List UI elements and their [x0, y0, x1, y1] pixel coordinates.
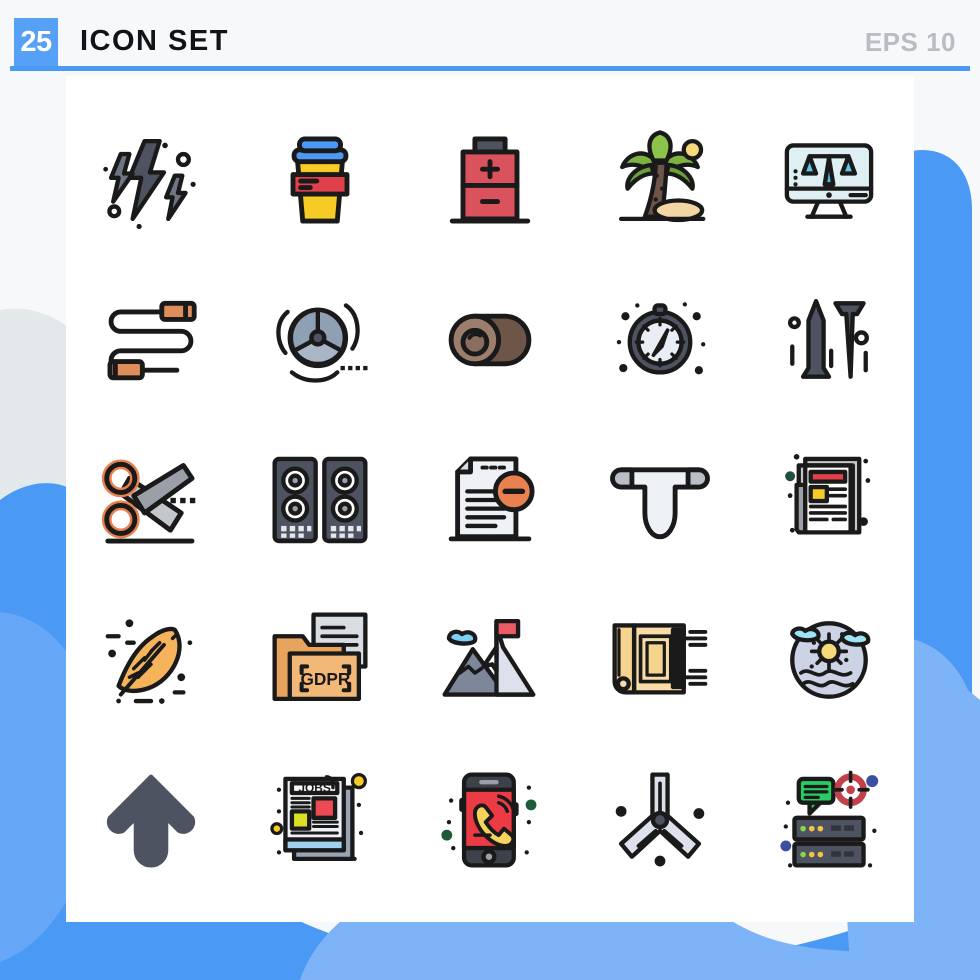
- turbine-fan-icon: [276, 303, 368, 383]
- icon-cell-3[interactable]: [405, 100, 575, 260]
- icon-cell-20[interactable]: [744, 580, 914, 740]
- server-chat-icon: [780, 770, 879, 868]
- icon-cell-17[interactable]: GDPR: [236, 580, 406, 740]
- icon-cell-4[interactable]: [575, 100, 745, 260]
- icon-cell-2[interactable]: [236, 100, 406, 260]
- speakers-icon: [272, 456, 368, 544]
- jumper-cable-icon: [107, 300, 197, 381]
- icon-cell-16[interactable]: [66, 580, 236, 740]
- icon-cell-22[interactable]: JOBS: [236, 740, 406, 900]
- icon-cell-6[interactable]: [66, 260, 236, 420]
- compass-icon: [616, 302, 705, 375]
- coffee-cup-icon: [290, 136, 350, 224]
- nails-icon: [788, 298, 870, 379]
- icon-cell-7[interactable]: [236, 260, 406, 420]
- wood-log-icon: [448, 313, 532, 367]
- icon-cell-13[interactable]: [405, 420, 575, 580]
- icon-cell-9[interactable]: [575, 260, 745, 420]
- online-law-icon: [784, 143, 874, 219]
- icon-cell-12[interactable]: [236, 420, 406, 580]
- icon-cell-14[interactable]: [575, 420, 745, 580]
- header-divider: [10, 66, 970, 71]
- icon-cell-24[interactable]: [575, 740, 745, 900]
- jobs-newspaper-icon: JOBS: [270, 773, 368, 862]
- phone-call-icon: [441, 772, 537, 868]
- gdpr-folder-label: GDPR: [301, 669, 351, 689]
- icon-cell-25[interactable]: [744, 740, 914, 900]
- yoga-mat-icon: [612, 623, 707, 695]
- gdpr-folder-icon: GDPR: [272, 612, 368, 702]
- icon-cell-19[interactable]: [575, 580, 745, 740]
- y-connector-icon: [615, 772, 704, 867]
- page-title: ICON SET: [80, 25, 229, 57]
- icon-cell-11[interactable]: [66, 420, 236, 580]
- arrow-up-shape: [106, 774, 195, 868]
- palm-tree-icon: [618, 130, 705, 223]
- scissors-icon: [101, 459, 196, 544]
- thunderstorm-icon: [103, 138, 196, 230]
- icon-cell-15[interactable]: [744, 420, 914, 580]
- icon-cell-5[interactable]: [744, 100, 914, 260]
- icon-set-canvas: 25 ICON SET EPS 10 GDPR JOBS: [0, 0, 980, 980]
- feather-icon: [105, 619, 193, 704]
- diaper-icon: [609, 467, 710, 540]
- battery-icon: [449, 136, 531, 224]
- mountain-flag-icon: [442, 618, 536, 697]
- arrow-up-icon: [106, 774, 195, 868]
- jobs-label: JOBS: [299, 781, 331, 795]
- icon-cell-21[interactable]: [66, 740, 236, 900]
- remove-document-icon: [448, 456, 535, 542]
- icon-cell-10[interactable]: [744, 260, 914, 420]
- icon-cell-23[interactable]: [405, 740, 575, 900]
- format-label: EPS 10: [864, 27, 956, 57]
- icon-cell-18[interactable]: [405, 580, 575, 740]
- climate-globe-icon: [790, 621, 871, 699]
- icon-cell-1[interactable]: [66, 100, 236, 260]
- newspaper-icon: [785, 453, 871, 535]
- icon-count-badge: 25: [14, 18, 58, 66]
- header: 25 ICON SET EPS 10: [0, 0, 980, 72]
- icon-grid: GDPR JOBS: [66, 100, 914, 900]
- icon-cell-8[interactable]: [405, 260, 575, 420]
